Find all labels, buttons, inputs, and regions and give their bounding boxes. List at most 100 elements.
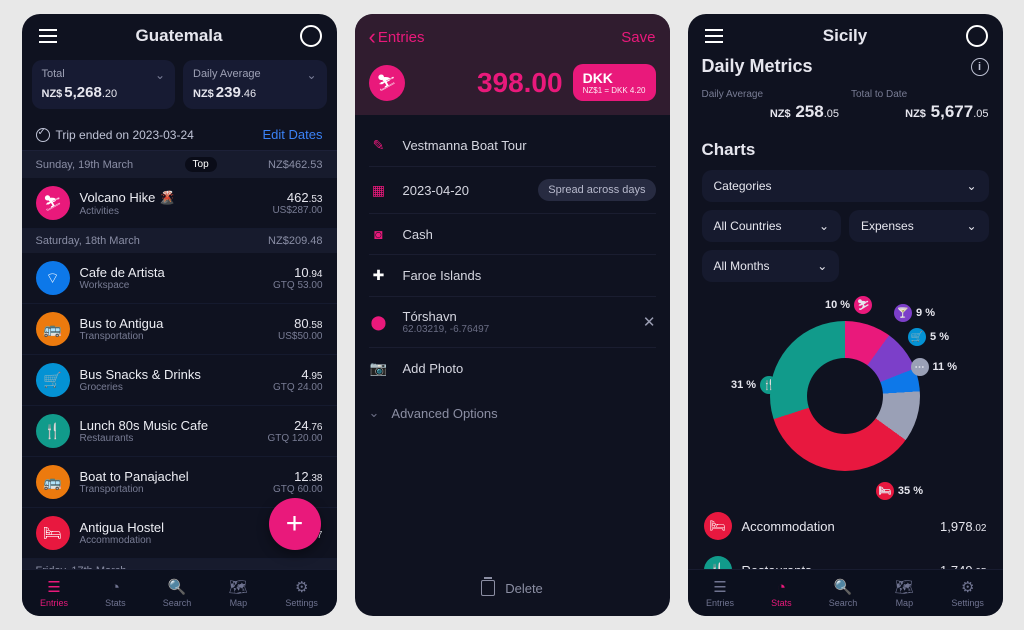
advanced-toggle[interactable]: ⌄ Advanced Options (369, 389, 656, 437)
accommodation-icon: 🛏 (876, 482, 894, 500)
profile-icon[interactable] (965, 24, 989, 48)
tab-stats[interactable]: ◔Stats (771, 578, 792, 608)
chevron-down-icon: ⌄ (155, 68, 165, 82)
pie-icon: ◔ (105, 578, 125, 596)
tab-map[interactable]: 🗺Map (228, 578, 248, 608)
back-button[interactable]: Entries (369, 24, 425, 50)
camera-icon: 📷 (369, 360, 389, 377)
legend-row[interactable]: 🛏 Accommodation 1,978.02 (702, 504, 989, 548)
day-header: Friday, 17th March (22, 559, 337, 569)
entry-row[interactable]: ⛷ Volcano Hike 🌋 Activities 462.53 US$28… (22, 178, 337, 229)
payment-field[interactable]: ◙ Cash (369, 214, 656, 255)
metric-daily-value: NZ$239.46 (193, 84, 317, 101)
metric-total[interactable]: Total ⌄ NZ$5,268.20 (32, 60, 176, 109)
countries-dropdown[interactable]: All Countries⌄ (702, 210, 842, 242)
gear-icon: ⚙ (958, 578, 978, 596)
tab-bar: ☰Entries ◔Stats 🔍Search 🗺Map ⚙Settings (22, 569, 337, 616)
search-icon: 🔍 (167, 578, 187, 596)
tab-search[interactable]: 🔍Search (829, 578, 858, 608)
tab-map[interactable]: 🗺Map (894, 578, 914, 608)
metric-daily: Daily Average NZ$ 258.05 (700, 85, 842, 126)
spread-days-button[interactable]: Spread across days (538, 179, 655, 201)
stats-metrics: Daily Average NZ$ 258.05 Total to Date N… (688, 85, 1003, 136)
workspace-icon: ⌔ (36, 261, 70, 295)
list-icon: ☰ (44, 578, 64, 596)
calendar-icon: ▦ (369, 182, 389, 199)
category-donut-chart: 10 %⛷ 🍸9 % 🛒5 % ⋯11 % 31 %🍴 🛏35 % (745, 296, 945, 496)
tab-settings[interactable]: ⚙Settings (285, 578, 318, 608)
menu-icon[interactable] (36, 24, 60, 48)
form-body: ✎ Vestmanna Boat Tour ▦ 2023-04-20 Sprea… (355, 115, 670, 447)
entry-row[interactable]: 🚌 Bus to AntiguaTransportation 80.58US$5… (22, 304, 337, 355)
categories-dropdown[interactable]: Categories⌄ (702, 170, 989, 202)
metric-daily-label: Daily Average (193, 68, 317, 80)
metric-total: Total to Date NZ$ 5,677.05 (849, 85, 991, 126)
country-field[interactable]: ✚ Faroe Islands (369, 255, 656, 297)
pin-icon: ⬤ (369, 314, 389, 331)
metric-daily[interactable]: Daily Average ⌄ NZ$239.46 (183, 60, 327, 109)
location-field[interactable]: ⬤ Tórshavn 62.03219, -6.76497 ✕ (369, 297, 656, 348)
cash-icon: ◙ (369, 226, 389, 242)
date-field[interactable]: ▦ 2023-04-20 Spread across days (369, 167, 656, 214)
chevron-down-icon: ⌄ (369, 405, 380, 421)
search-icon: 🔍 (833, 578, 853, 596)
tab-bar: ☰Entries ◔Stats 🔍Search 🗺Map ⚙Settings (688, 569, 1003, 616)
groceries-icon: 🛒 (36, 363, 70, 397)
expenses-dropdown[interactable]: Expenses⌄ (849, 210, 989, 242)
chevron-down-icon: ⌄ (819, 219, 829, 233)
months-dropdown[interactable]: All Months⌄ (702, 250, 840, 282)
transport-icon: 🚌 (36, 312, 70, 346)
photo-field[interactable]: 📷 Add Photo (369, 348, 656, 389)
tab-search[interactable]: 🔍Search (163, 578, 192, 608)
menu-icon[interactable] (702, 24, 726, 48)
accommodation-icon: 🛏 (36, 516, 70, 550)
tab-stats[interactable]: ◔Stats (105, 578, 126, 608)
tab-entries[interactable]: ☰Entries (40, 578, 68, 608)
top-bar: Guatemala (22, 14, 337, 54)
add-entry-fab[interactable]: + (269, 498, 321, 550)
activities-icon: ⛷ (36, 186, 70, 220)
entry-row[interactable]: 🛒 Bus Snacks & DrinksGroceries 4.95GTQ 2… (22, 355, 337, 406)
chevron-down-icon: ⌄ (966, 219, 976, 233)
save-button[interactable]: Save (621, 29, 655, 46)
pencil-icon: ✎ (369, 137, 389, 154)
chevron-down-icon: ⌄ (966, 179, 976, 193)
restaurants-icon: 🍴 (36, 414, 70, 448)
map-icon: 🗺 (894, 578, 914, 596)
entry-row[interactable]: 🍴 Lunch 80s Music CafeRestaurants 24.76G… (22, 406, 337, 457)
category-icon[interactable]: ⛷ (369, 65, 405, 101)
currency-selector[interactable]: DKK NZ$1 = DKK 4.20 (573, 64, 656, 101)
summary-metrics: Total ⌄ NZ$5,268.20 Daily Average ⌄ NZ$2… (22, 54, 337, 119)
chevron-down-icon: ⌄ (817, 259, 827, 273)
flag-icon: ✚ (369, 267, 389, 284)
info-icon[interactable]: i (971, 58, 989, 76)
pie-icon: ◔ (771, 578, 791, 596)
title-field[interactable]: ✎ Vestmanna Boat Tour (369, 125, 656, 167)
screen-entry-form: Entries Save ⛷ 398.00 DKK NZ$1 = DKK 4.2… (355, 14, 670, 616)
clear-location-icon[interactable]: ✕ (643, 313, 656, 331)
profile-icon[interactable] (299, 24, 323, 48)
tab-entries[interactable]: ☰Entries (706, 578, 734, 608)
restaurants-icon: 🍴 (760, 376, 778, 394)
gear-icon: ⚙ (292, 578, 312, 596)
list-icon: ☰ (710, 578, 730, 596)
groceries-icon: 🛒 (908, 328, 926, 346)
drinks-icon: 🍸 (894, 304, 912, 322)
screen-stats: Sicily Daily Metrics i Daily Average NZ$… (688, 14, 1003, 616)
edit-dates-link[interactable]: Edit Dates (263, 127, 323, 142)
transport-icon: 🚌 (36, 465, 70, 499)
amount-value[interactable]: 398.00 (415, 67, 563, 99)
accommodation-icon: 🛏 (704, 512, 732, 540)
entry-row[interactable]: ⌔ Cafe de ArtistaWorkspace 10.94GTQ 53.0… (22, 253, 337, 304)
activities-icon: ⛷ (854, 296, 872, 314)
chevron-down-icon: ⌄ (306, 68, 316, 82)
other-icon: ⋯ (911, 358, 929, 376)
trash-icon (481, 580, 495, 596)
check-icon (36, 128, 50, 142)
metric-total-label: Total (42, 68, 166, 80)
tab-settings[interactable]: ⚙Settings (951, 578, 984, 608)
charts-heading: Charts (702, 140, 989, 160)
top-badge: Top (185, 157, 217, 172)
delete-button[interactable]: Delete (355, 580, 670, 596)
page-title: Sicily (726, 26, 965, 46)
